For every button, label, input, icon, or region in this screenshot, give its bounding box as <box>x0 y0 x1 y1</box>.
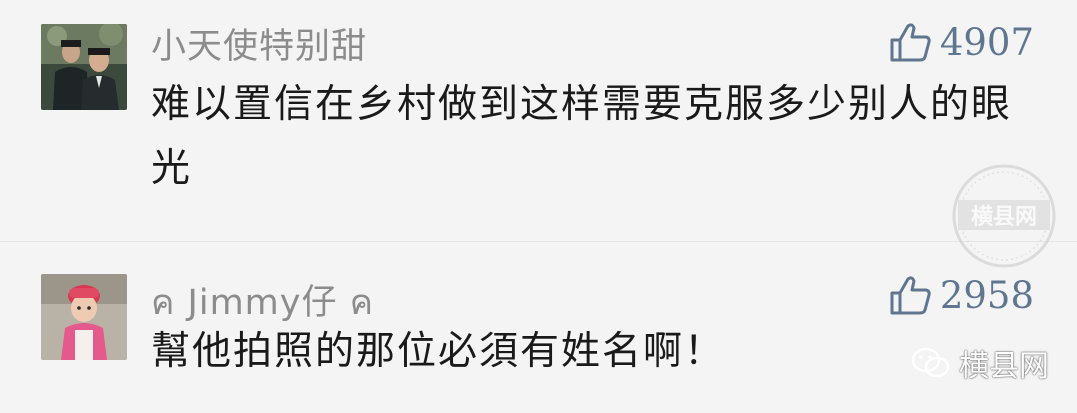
svg-text:横县网: 横县网 <box>971 205 1037 230</box>
thumbs-up-icon <box>890 276 931 315</box>
comment-author[interactable]: 小天使特别甜 <box>151 18 367 69</box>
avatar[interactable] <box>41 24 127 110</box>
like-button[interactable]: 4907 <box>888 20 1034 64</box>
comment-item: ค Jimmy仔 ค 2958 幫他拍照的那位必須有姓名啊！ <box>0 250 1077 413</box>
comment-text: 幫他拍照的那位必須有姓名啊！ <box>151 329 726 374</box>
thumbs-up-icon <box>890 23 931 62</box>
avatar[interactable] <box>41 274 127 360</box>
divider <box>0 241 1077 242</box>
comment-item: 小天使特别甜 4907 难以置信在乡村做到这样需要克服多少别人的眼光 <box>0 0 1077 235</box>
comment-text: 难以置信在乡村做到这样需要克服多少别人的眼光 <box>151 82 1013 191</box>
brand-watermark: 横县网 <box>911 341 1049 385</box>
wechat-icon <box>911 347 950 378</box>
like-count: 2958 <box>939 273 1034 317</box>
like-count: 4907 <box>939 20 1034 64</box>
brand-text: 横县网 <box>959 349 1049 384</box>
like-button[interactable]: 2958 <box>888 273 1034 317</box>
